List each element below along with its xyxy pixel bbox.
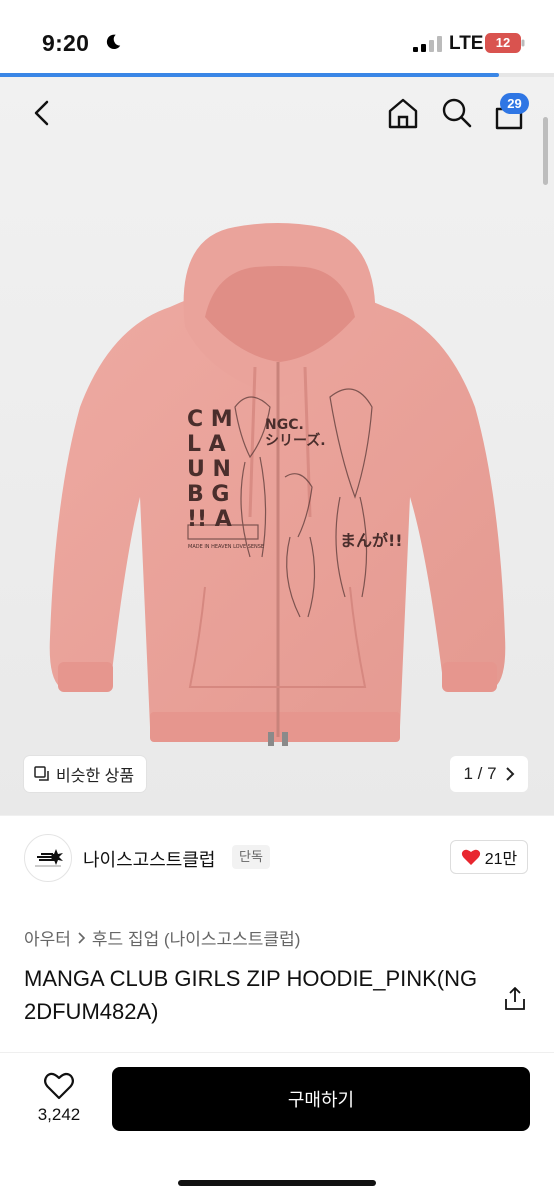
network-label: LTE <box>449 33 484 54</box>
print-text-ngc: NGC. シリーズ. <box>265 417 326 449</box>
product-image-area[interactable]: C M L A U N B G !! A NGC. シリーズ. まんが!! MA… <box>0 77 554 815</box>
scrollbar-thumb[interactable] <box>543 117 548 185</box>
print-text-logo: MADE IN HEAVEN LOVE SENSE <box>188 544 265 550</box>
buy-button[interactable]: 구매하기 <box>112 1067 530 1131</box>
bottom-bar-divider <box>0 1052 554 1053</box>
product-title: MANGA CLUB GIRLS ZIP HOODIE_PINK(NG2DFUM… <box>24 966 478 1024</box>
breadcrumb: 아우터 후드 집업 (나이스고스트클럽) <box>24 925 300 950</box>
seller-like-count: 21만 <box>484 851 518 868</box>
moon-icon <box>106 34 121 50</box>
similar-items-icon <box>34 766 49 781</box>
print-text-manga-jp: まんが!! <box>340 531 403 550</box>
breadcrumb-subcategory[interactable]: 후드 집업 (나이스고스트클럽) <box>92 925 300 950</box>
image-pager[interactable]: 1 / 7 <box>450 756 528 792</box>
cart-count-badge: 29 <box>500 93 529 114</box>
seller-avatar[interactable] <box>24 834 72 882</box>
breadcrumb-chevron-icon <box>78 931 86 944</box>
image-pager-label: 1 / 7 <box>463 764 497 783</box>
wishlist-heart-icon[interactable] <box>43 1071 75 1101</box>
similar-items-label: 비슷한 상품 <box>56 768 135 785</box>
share-icon[interactable] <box>503 986 527 1012</box>
wishlist-count: 3,242 <box>37 1105 81 1124</box>
status-bar: 9:20 LTE 12 <box>0 0 554 72</box>
print-text-club-manga: C M L A U N B G !! A <box>187 407 233 532</box>
seller-logo-icon <box>35 849 63 867</box>
similar-items-button[interactable]: 비슷한 상품 <box>24 756 147 792</box>
battery-level: 12 <box>495 35 511 50</box>
heart-filled-icon <box>461 849 480 865</box>
home-icon[interactable] <box>386 96 420 130</box>
home-indicator <box>178 1180 376 1186</box>
exclusive-badge: 단독 <box>232 845 270 869</box>
seller-name[interactable]: 나이스고스트클럽 <box>83 846 215 872</box>
search-icon[interactable] <box>440 96 474 130</box>
seller-like-button[interactable]: 21만 <box>450 840 528 874</box>
signal-icon <box>413 36 442 52</box>
clock: 9:20 <box>42 30 90 56</box>
back-icon[interactable] <box>25 96 59 130</box>
breadcrumb-category[interactable]: 아우터 <box>24 925 71 950</box>
chevron-right-icon <box>505 767 514 781</box>
divider <box>0 815 554 816</box>
